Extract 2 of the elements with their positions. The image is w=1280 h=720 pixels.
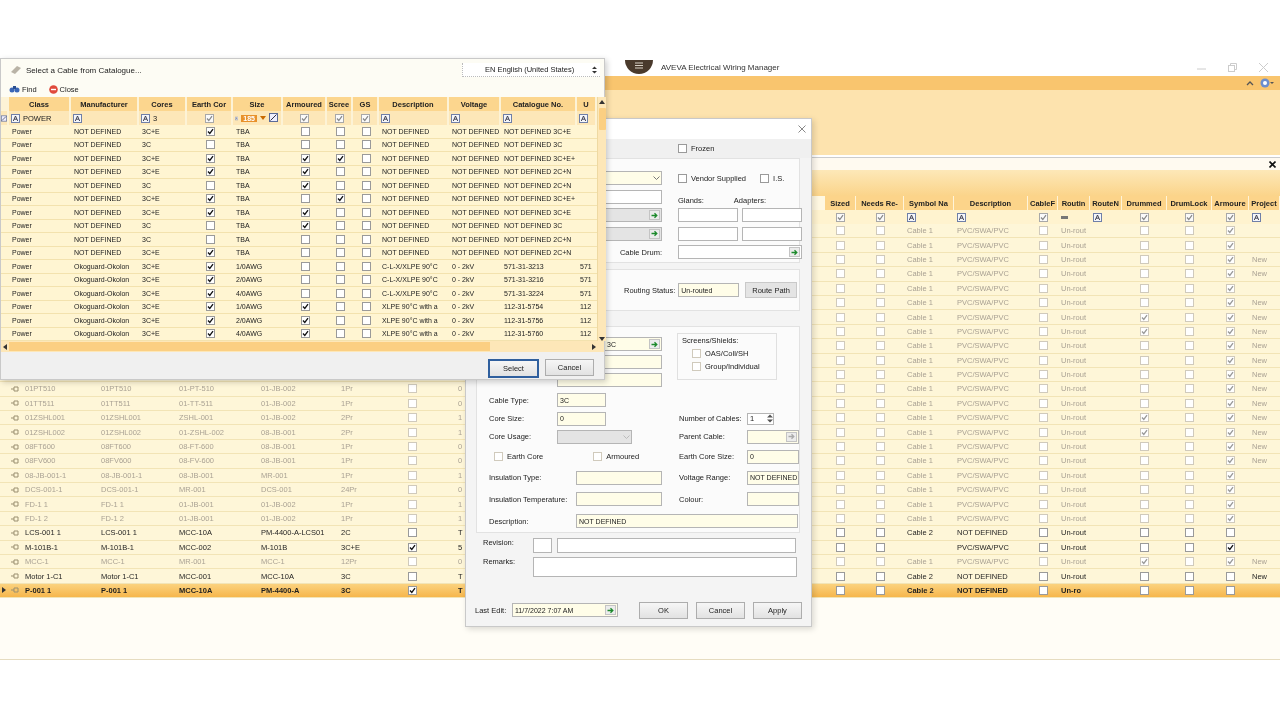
window-title: AVEVA Electrical Wiring Manager bbox=[661, 62, 780, 72]
dialog-title: Select a Cable from Catalogue... bbox=[26, 65, 142, 75]
